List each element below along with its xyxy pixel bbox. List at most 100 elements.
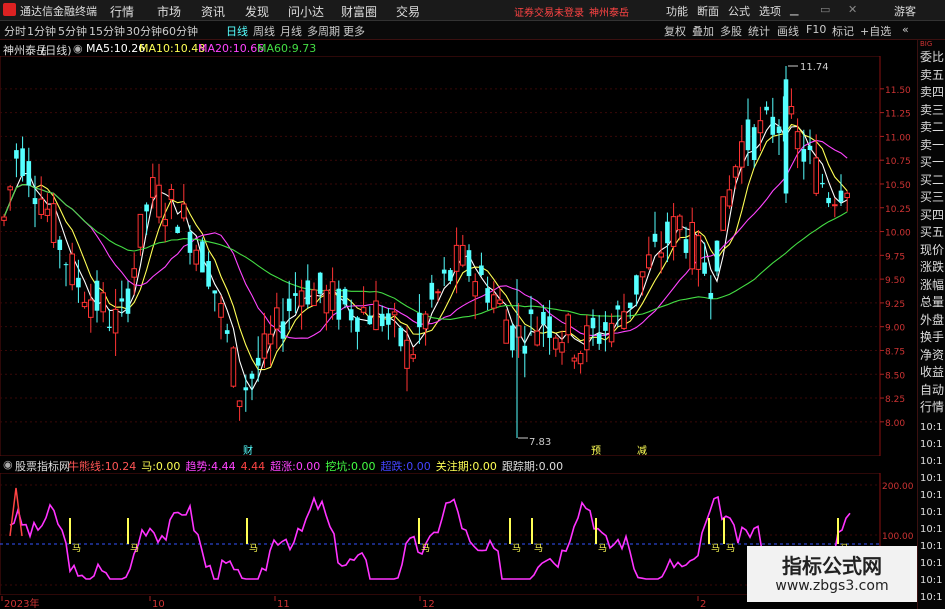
candle-body-up [757,120,764,134]
menu-section[interactable]: 断面 [697,3,719,19]
panel-item[interactable]: 总量 [920,293,944,310]
settings-icon[interactable]: ◉ [73,42,83,55]
menu-item-discover[interactable]: 发现 [245,3,269,20]
panel-item[interactable]: 卖五 [920,66,944,83]
indicator-legend: ◉ 股票指标网 牛熊线:10.24 马:0.00 趋势:4.44 4.44 超涨:0.0… [0,458,880,473]
candle-body-up [150,177,156,198]
panel-item[interactable]: 买一 [920,153,944,170]
period-30min[interactable]: 30分钟 [126,23,162,39]
candlestick-chart[interactable]: 11.50 11.25 11.00 10.75 10.50 10.25 10.00 9.75 9… [0,56,917,456]
panel-item[interactable]: 卖四 [920,83,944,100]
candle-body-up [38,198,45,215]
nav-back-icon[interactable]: « [902,23,909,36]
btn-multistock[interactable]: 多股 [720,23,742,39]
panel-item[interactable]: 自动 [920,381,944,398]
btn-mark[interactable]: 标记 [832,23,854,39]
btn-add-favorite[interactable]: +自选 [860,23,891,39]
btn-stats[interactable]: 统计 [748,23,770,39]
panel-item[interactable]: 涨幅 [920,276,944,293]
candle-body-up [137,213,144,248]
indicator-settings-icon[interactable]: ◉ [3,458,13,471]
panel-item[interactable]: 买二 [920,171,944,188]
candle-body-up [1,216,7,221]
period-daily[interactable]: 日线 [226,23,248,39]
menu-item-trade[interactable]: 交易 [396,3,420,20]
candle-body-down [745,119,751,151]
period-60min[interactable]: 60分钟 [162,23,198,39]
candle-body-down [280,321,286,339]
btn-f10[interactable]: F10 [806,23,826,36]
menu-options[interactable]: 选项 [759,3,781,19]
panel-item[interactable]: 买五 [920,223,944,240]
candle-body-up [621,311,627,329]
period-1min[interactable]: 1分钟 [27,23,56,39]
panel-item[interactable]: 买三 [920,188,944,205]
period-15min[interactable]: 15分钟 [89,23,125,39]
candle-body-down [32,198,38,205]
candle-body-down [429,282,435,300]
candle-body-up [131,268,137,278]
panel-item[interactable]: 涨跌 [920,258,944,275]
panel-time: 10:1 [920,592,943,603]
panel-time: 10:1 [920,575,943,586]
btn-overlay[interactable]: 叠加 [692,23,714,39]
restore-icon[interactable]: ▭ [820,3,830,16]
candle-body-down [603,322,608,331]
price-tick-label: 9.50 [885,276,905,286]
period-monthly[interactable]: 月线 [280,23,302,39]
period-intraday[interactable]: 分时 [4,23,26,39]
minimize-icon[interactable]: ▁ [790,3,798,16]
candle-body-down [293,293,298,296]
btn-adjust[interactable]: 复权 [664,23,686,39]
panel-item[interactable]: 收益 [920,363,944,380]
time-tick-label: 12 [422,599,435,609]
btn-draw[interactable]: 画线 [777,23,799,39]
menu-item-markets[interactable]: 市场 [157,3,181,20]
close-icon[interactable]: ✕ [848,3,857,16]
event-marker-forecast[interactable]: 预 [591,445,601,456]
indicator-tick-label: 200.00 [882,482,914,492]
ma20-label: MA20:10.66 [198,42,265,55]
guest-label[interactable]: 游客 [894,3,916,19]
menu-item-wealth[interactable]: 财富圈 [341,3,377,20]
panel-item[interactable]: 委比 [920,48,944,65]
menu-item-ask[interactable]: 问小达 [288,3,324,20]
panel-item[interactable]: 外盘 [920,311,944,328]
period-more[interactable]: 更多 [343,23,365,39]
candle-body-up [670,216,677,247]
candle-body-down [776,126,782,134]
menu-formula[interactable]: 公式 [728,3,750,19]
candle-body-down [634,275,639,295]
panel-item[interactable]: 卖一 [920,136,944,153]
event-marker-reduce[interactable]: 减 [637,445,647,456]
candle-body-down [441,269,447,274]
candle-body-up [311,289,317,307]
menu-item-market[interactable]: 行情 [110,3,134,20]
menu-item-news[interactable]: 资讯 [201,3,225,20]
candle-body-down [801,149,807,162]
price-tick-label: 9.25 [885,300,905,310]
login-notice[interactable]: 证券交易未登录 [514,4,584,19]
period-weekly[interactable]: 周线 [253,23,275,39]
period-5min[interactable]: 5分钟 [58,23,87,39]
app-title: 通达信金融终端 [20,5,97,18]
panel-item[interactable]: 卖二 [920,118,944,135]
chart-legend: 神州泰岳 (日线) ◉ MA5:10.26 MA10:10.48 MA20:10… [0,40,880,57]
panel-item[interactable]: 卖三 [920,101,944,118]
candle-body-down [76,277,81,288]
indicator-field: 跟踪期:0.00 [501,460,564,473]
menu-function[interactable]: 功能 [666,3,688,19]
candle-body-down [206,261,211,287]
panel-time: 10:1 [920,507,943,518]
panel-item[interactable]: 买四 [920,206,944,223]
period-multi[interactable]: 多周期 [307,23,340,39]
panel-item[interactable]: 行情 [920,398,944,415]
panel-item[interactable]: 换手 [920,328,944,345]
candle-body-down [820,182,825,185]
candle-body-down [596,333,602,344]
high-annotation: 11.74 [788,62,829,73]
signal-label: 马 [249,543,258,554]
panel-item[interactable]: 净资 [920,346,944,363]
event-marker-finance[interactable]: 财 [243,444,253,456]
panel-item[interactable]: 现价 [920,241,944,258]
